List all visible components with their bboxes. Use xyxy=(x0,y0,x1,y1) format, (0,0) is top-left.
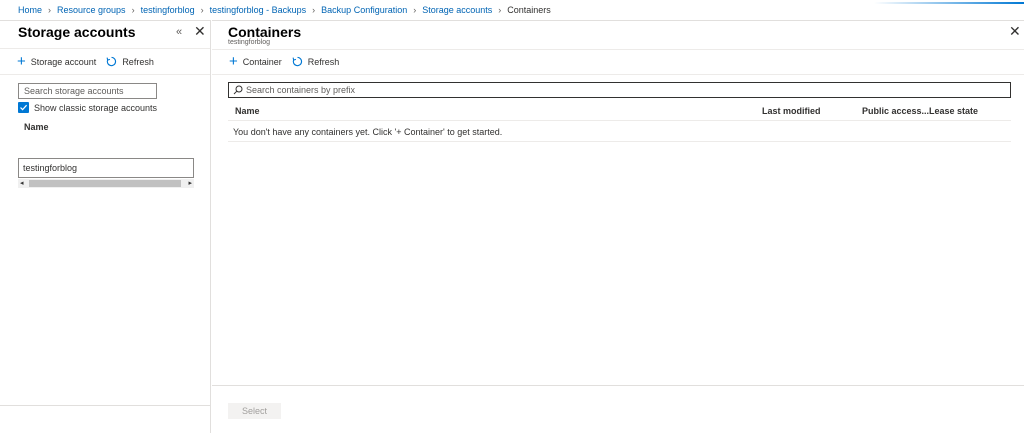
column-header-public-access[interactable]: Public access... xyxy=(862,106,929,116)
horizontal-scrollbar[interactable]: ◂ ▸ xyxy=(18,179,194,188)
refresh-button[interactable]: Refresh xyxy=(106,56,154,67)
column-header-lease-state[interactable]: Lease state xyxy=(929,106,978,116)
divider xyxy=(212,385,1024,386)
loading-progress-bar xyxy=(874,2,1024,4)
scroll-left-arrow-icon[interactable]: ◂ xyxy=(20,179,24,187)
add-storage-account-button[interactable]: + Storage account xyxy=(17,52,97,70)
scroll-right-arrow-icon[interactable]: ▸ xyxy=(188,179,192,187)
chevron-right-icon: › xyxy=(48,5,52,15)
show-classic-checkbox-row[interactable]: Show classic storage accounts xyxy=(18,102,157,113)
blade-title: Containers xyxy=(228,24,302,40)
chevron-right-icon: › xyxy=(498,5,502,15)
refresh-button[interactable]: Refresh xyxy=(292,56,340,67)
command-bar: + Container Refresh xyxy=(229,52,340,70)
plus-icon: + xyxy=(229,52,238,70)
divider xyxy=(212,49,1024,50)
divider xyxy=(0,74,210,75)
divider xyxy=(212,74,1024,75)
add-container-label: Container xyxy=(242,56,282,67)
chevron-right-icon: › xyxy=(200,5,204,15)
grid-header: Name Last modified Public access... Leas… xyxy=(228,101,1011,121)
search-containers-input[interactable]: Search containers by prefix xyxy=(228,82,1011,98)
blade-title: Storage accounts xyxy=(18,24,136,40)
show-classic-label: Show classic storage accounts xyxy=(34,102,158,113)
search-storage-accounts-input[interactable]: Search storage accounts xyxy=(18,83,157,99)
checkmark-icon xyxy=(20,104,28,111)
breadcrumb-resource-groups[interactable]: Resource groups xyxy=(57,5,126,15)
divider xyxy=(0,48,210,49)
search-icon xyxy=(233,85,243,95)
chevron-right-icon: › xyxy=(413,5,417,15)
chevron-right-icon: › xyxy=(312,5,316,15)
column-header-name: Name xyxy=(24,122,49,132)
blade-subtitle: testingforblog xyxy=(228,39,271,46)
breadcrumb: Home › Resource groups › testingforblog … xyxy=(0,0,1024,20)
divider xyxy=(0,405,210,406)
refresh-icon xyxy=(292,56,302,67)
plus-icon: + xyxy=(17,52,26,70)
command-bar: + Storage account Refresh xyxy=(17,52,154,70)
storage-account-row[interactable]: testingforblog xyxy=(18,158,194,178)
search-placeholder: Search storage accounts xyxy=(24,86,124,96)
breadcrumb-resource-group[interactable]: testingforblog xyxy=(141,5,195,15)
containers-blade: Containers testingforblog ✕ + Container … xyxy=(212,20,1024,433)
search-placeholder: Search containers by prefix xyxy=(246,85,356,95)
storage-accounts-blade: Storage accounts « ✕ + Storage account R… xyxy=(0,20,211,433)
storage-account-name: testingforblog xyxy=(23,163,78,173)
add-container-button[interactable]: + Container xyxy=(229,52,282,70)
breadcrumb-current: Containers xyxy=(507,5,551,15)
breadcrumb-backup-configuration[interactable]: Backup Configuration xyxy=(321,5,407,15)
refresh-label: Refresh xyxy=(307,56,340,67)
scrollbar-thumb[interactable] xyxy=(29,180,181,187)
double-chevron-left-icon[interactable]: « xyxy=(176,26,182,38)
empty-state-message: You don't have any containers yet. Click… xyxy=(228,122,1011,142)
select-button[interactable]: Select xyxy=(228,403,281,419)
chevron-right-icon: › xyxy=(131,5,135,15)
show-classic-checkbox[interactable] xyxy=(18,102,29,113)
refresh-icon xyxy=(106,56,117,67)
refresh-label: Refresh xyxy=(122,56,154,67)
add-storage-account-label: Storage account xyxy=(30,56,97,67)
column-header-last-modified[interactable]: Last modified xyxy=(762,106,821,116)
close-icon[interactable]: ✕ xyxy=(194,23,206,40)
column-header-name[interactable]: Name xyxy=(235,106,260,116)
breadcrumb-backups[interactable]: testingforblog - Backups xyxy=(210,5,307,15)
breadcrumb-home[interactable]: Home xyxy=(18,5,42,15)
breadcrumb-storage-accounts[interactable]: Storage accounts xyxy=(422,5,492,15)
close-icon[interactable]: ✕ xyxy=(1009,23,1021,40)
